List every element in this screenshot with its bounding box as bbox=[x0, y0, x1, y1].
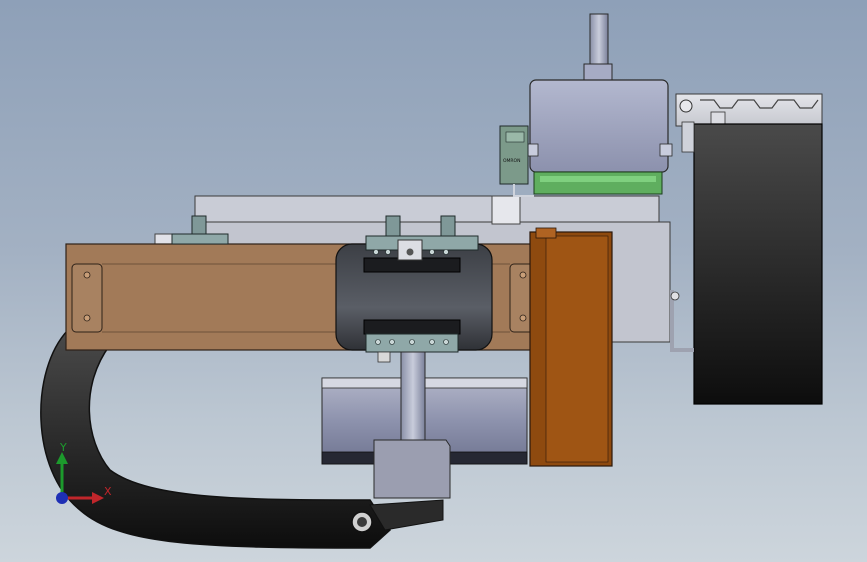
frame-standoff bbox=[491, 195, 521, 225]
green-encoder-board[interactable] bbox=[533, 171, 663, 195]
orange-block-face bbox=[545, 235, 609, 463]
arm-bolt-right-top bbox=[519, 271, 527, 279]
drive-roller[interactable] bbox=[693, 123, 823, 405]
arm-bolt-right-bottom bbox=[519, 314, 527, 322]
clamp-bolt bbox=[429, 339, 435, 345]
clamp-bolt bbox=[409, 339, 415, 345]
assembly-model[interactable]: OMRON bbox=[0, 0, 867, 562]
encoder-board-strip bbox=[540, 176, 656, 182]
triad-y-label: Y bbox=[60, 441, 67, 454]
triad-x-label: X bbox=[104, 485, 112, 498]
carriage-bottom-bar bbox=[363, 319, 461, 335]
carriage-center-tab-hole bbox=[406, 248, 414, 256]
chain-pivot-pin-hole bbox=[357, 517, 367, 527]
motor-housing[interactable] bbox=[529, 79, 669, 173]
arm-bolt-left-top bbox=[83, 271, 91, 279]
triad-z-origin bbox=[56, 492, 68, 504]
aluminum-extrusion-rail[interactable] bbox=[675, 93, 823, 127]
arm-bolt-left-bottom bbox=[83, 314, 91, 322]
motor-shaft-base bbox=[583, 63, 613, 83]
clamp-bolt bbox=[375, 339, 381, 345]
clamp-bolt bbox=[385, 249, 391, 255]
motor-mount-tab-right bbox=[659, 143, 673, 157]
cad-viewport[interactable]: OMRON Y X bbox=[0, 0, 867, 562]
roller-mount-bolt bbox=[670, 291, 680, 301]
omron-sensor[interactable]: OMRON bbox=[499, 125, 529, 185]
motor-shaft[interactable] bbox=[589, 13, 609, 67]
drop-shaft[interactable] bbox=[400, 351, 426, 445]
triad-x-arrow bbox=[92, 492, 104, 504]
sensor-cable bbox=[513, 184, 534, 197]
clamp-bolt bbox=[373, 249, 379, 255]
roller-bracket bbox=[681, 121, 695, 153]
clamp-bolt bbox=[429, 249, 435, 255]
shaft-collar bbox=[377, 351, 391, 363]
rail-end-bolt bbox=[679, 99, 693, 113]
clamp-bolt bbox=[443, 339, 449, 345]
orange-block-cap bbox=[535, 227, 557, 239]
lower-mount-plate[interactable] bbox=[373, 439, 451, 499]
upper-frame-plate[interactable] bbox=[194, 195, 660, 223]
clamp-bolt bbox=[389, 339, 395, 345]
clamp-bolt bbox=[443, 249, 449, 255]
coordinate-triad: Y X bbox=[50, 440, 120, 510]
sensor-brand-label: OMRON bbox=[503, 158, 520, 164]
